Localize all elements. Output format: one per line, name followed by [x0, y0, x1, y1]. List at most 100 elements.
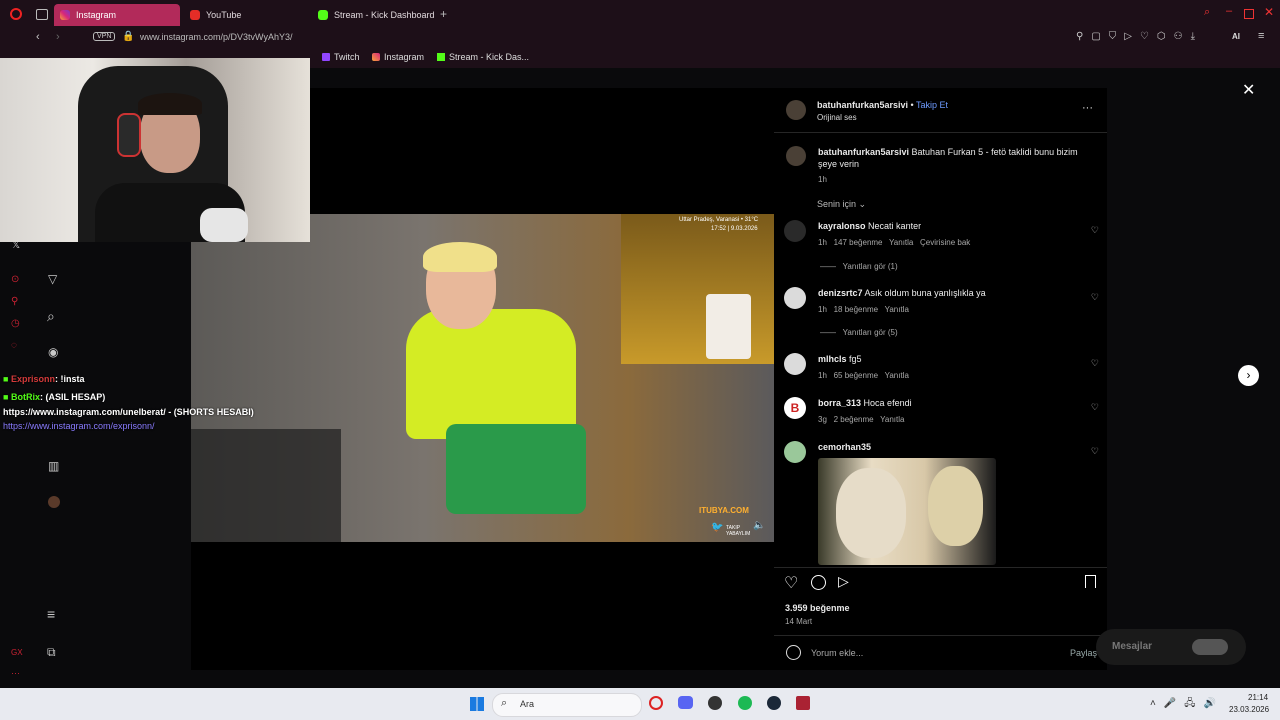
- tab-instagram[interactable]: Instagram: [54, 4, 180, 26]
- reply-button[interactable]: Yanıtla: [885, 371, 909, 380]
- emoji-icon[interactable]: [786, 645, 801, 660]
- share-icon[interactable]: ▷: [838, 573, 849, 590]
- back-icon[interactable]: ‹: [36, 31, 40, 43]
- video-caption-time: 17:52 | 9.03.2026: [711, 226, 758, 232]
- steam-icon[interactable]: [767, 696, 781, 710]
- bookmark-instagram[interactable]: Instagram: [372, 52, 424, 62]
- like-comment-icon[interactable]: ♡: [1091, 225, 1099, 236]
- bookmark-twitch[interactable]: Twitch: [322, 52, 360, 62]
- like-icon[interactable]: ♡: [784, 573, 798, 593]
- like-count[interactable]: 3.959 beğenme: [785, 603, 850, 613]
- translate-button[interactable]: Çevirisine bak: [920, 238, 970, 247]
- like-comment-icon[interactable]: ♡: [1091, 402, 1099, 413]
- messages-button[interactable]: Mesajlar: [1096, 629, 1246, 665]
- new-tab-icon[interactable]: +: [440, 7, 447, 21]
- like-comment-icon[interactable]: ♡: [1091, 292, 1099, 303]
- taskbar-search[interactable]: ⌕ Ara: [492, 693, 642, 717]
- avatar[interactable]: [784, 220, 806, 242]
- insights-icon[interactable]: ▥: [48, 459, 59, 473]
- comment-input[interactable]: Yorum ekle...: [811, 648, 863, 658]
- caption-user[interactable]: batuhanfurkan5arsivi: [818, 147, 909, 157]
- app-icon[interactable]: [796, 696, 810, 710]
- maximize-icon[interactable]: [1244, 9, 1254, 19]
- opera-gx-taskbar-icon[interactable]: [649, 696, 663, 710]
- like-comment-icon[interactable]: ♡: [1091, 358, 1099, 369]
- comment-user[interactable]: denizsrtc7: [818, 288, 863, 298]
- comment-meta: 1h 147 beğenme Yanıtla Çevirisine bak: [818, 238, 970, 247]
- close-modal-icon[interactable]: ✕: [1242, 80, 1255, 100]
- post-panel: batuhanfurkan5arsivi • Takip Et Orijinal…: [774, 88, 1107, 670]
- comment-user[interactable]: borra_313: [818, 398, 861, 408]
- comment-likes[interactable]: 65 beğenme: [834, 371, 878, 380]
- next-post-button[interactable]: ›: [1238, 365, 1259, 386]
- comment-user[interactable]: mlhcls: [818, 354, 847, 364]
- audio-label[interactable]: Orijinal ses: [817, 113, 857, 122]
- profile-avatar[interactable]: [48, 496, 60, 508]
- post-comment-button[interactable]: Paylaş: [1070, 648, 1097, 658]
- tab-search-icon[interactable]: ⌕: [1204, 6, 1210, 19]
- caption-avatar[interactable]: [786, 146, 806, 166]
- tab-kick[interactable]: Stream - Kick Dashboard: [312, 4, 438, 26]
- obs-icon[interactable]: [708, 696, 722, 710]
- notification-dot-icon[interactable]: ⊙: [11, 274, 19, 285]
- author-name[interactable]: batuhanfurkan5arsivi: [817, 100, 908, 110]
- apps-icon[interactable]: ⧉: [47, 645, 56, 660]
- forward-icon[interactable]: ›: [56, 31, 60, 43]
- chat-text: : (ASIL HESAP): [39, 392, 106, 402]
- comment-meta: 1h 18 beğenme Yanıtla: [818, 305, 909, 314]
- mute-icon[interactable]: 🔈: [753, 520, 765, 531]
- reply-button[interactable]: Yanıtla: [885, 305, 909, 314]
- more-options-icon[interactable]: ···: [1082, 102, 1093, 114]
- view-replies-button[interactable]: —— Yanıtları gör (1): [820, 262, 898, 271]
- follow-button[interactable]: Takip Et: [916, 100, 948, 110]
- view-replies-button[interactable]: —— Yanıtları gör (5): [820, 328, 898, 337]
- comment-user[interactable]: kayralonso: [818, 221, 866, 231]
- vpn-badge[interactable]: VPN: [93, 32, 116, 41]
- reply-button[interactable]: Yanıtla: [889, 238, 913, 247]
- explore-icon[interactable]: ◉: [48, 345, 58, 359]
- chat-line-1: ■ Exprisonn: !insta: [3, 374, 84, 384]
- clock-time[interactable]: 21:14: [1248, 693, 1268, 702]
- comment-gif[interactable]: [818, 458, 996, 565]
- comment-icon[interactable]: [811, 575, 826, 590]
- minimize-icon[interactable]: –: [1226, 5, 1232, 17]
- left-nav: 𝕏 ⊙ ⚲ ◷ ◌ ▽ ⌕ ◉ ▥ ≡ ⧉ GX ···: [0, 230, 80, 690]
- chat-line-4[interactable]: https://www.instagram.com/exprisonn/: [3, 421, 155, 431]
- discord-icon[interactable]: [678, 696, 693, 709]
- comment-text: Asık oldum buna yanlışlıkla ya: [864, 288, 986, 298]
- close-window-icon[interactable]: ✕: [1264, 5, 1274, 19]
- menu-icon[interactable]: ≡: [1258, 30, 1264, 42]
- comment-user[interactable]: cemorhan35: [818, 442, 871, 452]
- reply-button[interactable]: Yanıtla: [880, 415, 904, 424]
- more-menu-icon[interactable]: ≡: [47, 606, 55, 622]
- avatar[interactable]: B: [784, 397, 806, 419]
- clock-icon[interactable]: ◷: [11, 318, 20, 329]
- video-frame: Uttar Pradeş, Varanasi • 31°C 17:52 | 9.…: [191, 214, 774, 542]
- more-dots-icon[interactable]: ···: [11, 668, 20, 678]
- clock-date[interactable]: 23.03.2026: [1229, 705, 1269, 714]
- avatar[interactable]: [784, 353, 806, 375]
- ai-button[interactable]: AI: [1232, 32, 1240, 41]
- messenger-icon[interactable]: ◌: [11, 340, 17, 351]
- opera-logo-icon[interactable]: [10, 8, 22, 20]
- spotify-icon[interactable]: [738, 696, 752, 710]
- search-icon[interactable]: ⌕: [47, 308, 55, 325]
- windows-start-icon[interactable]: [470, 697, 484, 711]
- gx-icon[interactable]: GX: [11, 648, 23, 657]
- author-avatar[interactable]: [786, 100, 806, 120]
- save-icon[interactable]: [1085, 575, 1096, 588]
- workspaces-icon[interactable]: [36, 9, 48, 20]
- filter-icon[interactable]: ▽: [48, 272, 57, 286]
- comment-likes[interactable]: 147 beğenme: [834, 238, 883, 247]
- tab-youtube[interactable]: YouTube: [184, 4, 310, 26]
- comment-likes[interactable]: 2 beğenme: [834, 415, 874, 424]
- like-comment-icon[interactable]: ♡: [1091, 446, 1099, 457]
- sort-dropdown[interactable]: Senin için ⌄: [817, 199, 866, 210]
- avatar[interactable]: [784, 287, 806, 309]
- mcdonalds-sign: [621, 214, 774, 364]
- avatar[interactable]: [784, 441, 806, 463]
- bookmark-kick[interactable]: Stream - Kick Das...: [437, 52, 529, 62]
- url-field[interactable]: www.instagram.com/p/DV3tvWyAhY3/: [140, 32, 292, 42]
- pin-icon[interactable]: ⚲: [11, 296, 18, 307]
- comment-likes[interactable]: 18 beğenme: [834, 305, 878, 314]
